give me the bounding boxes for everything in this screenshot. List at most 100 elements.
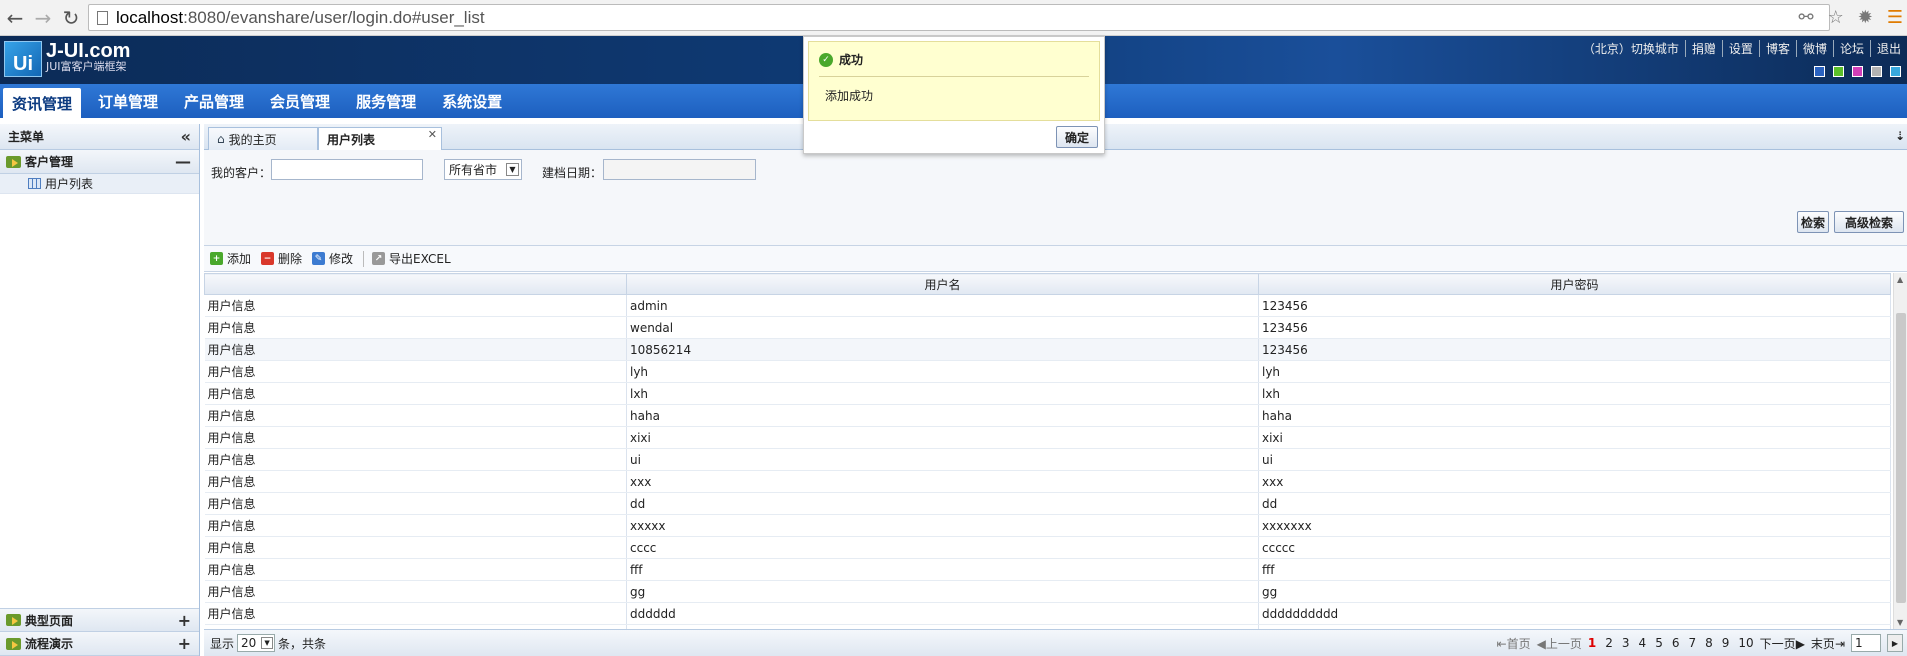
customer-input[interactable] bbox=[271, 159, 423, 180]
menu-system[interactable]: 系统设置 bbox=[433, 84, 511, 118]
delete-button[interactable]: − 删除 bbox=[261, 250, 302, 267]
collapse-sidebar-icon[interactable]: « bbox=[181, 127, 191, 146]
column-header-info[interactable] bbox=[204, 273, 627, 295]
last-page-icon: ⇥ bbox=[1834, 636, 1845, 651]
table-row[interactable]: 用户信息 dddddd dddddddddd bbox=[204, 602, 1891, 625]
folder-icon bbox=[6, 614, 21, 626]
table-row[interactable]: 用户信息 xxxxx xxxxxxx bbox=[204, 514, 1891, 537]
scroll-down-icon[interactable]: ▼ bbox=[1897, 618, 1903, 627]
sidebar-item-user-list[interactable]: 用户列表 bbox=[0, 174, 199, 194]
next-page-link[interactable]: 下一页▶ bbox=[1760, 635, 1805, 652]
export-icon: ↗ bbox=[372, 252, 386, 265]
user-table-wrap: 用户名 用户密码 用户信息 admin 123456 用户信息 wendal 123456… bbox=[204, 273, 1907, 629]
table-row[interactable]: 用户信息 wendal 123456 bbox=[204, 316, 1891, 339]
page-link-4[interactable]: 4 bbox=[1639, 636, 1647, 650]
city-select[interactable]: 所有省市 ▼ bbox=[444, 159, 522, 180]
back-icon[interactable]: ← bbox=[2, 5, 28, 31]
theme-blue[interactable] bbox=[1814, 66, 1825, 77]
url-bar[interactable]: localhost:8080/evanshare/user/login.do#u… bbox=[88, 4, 1830, 31]
accordion-typical[interactable]: 典型页面 + bbox=[0, 608, 199, 632]
menu-services[interactable]: 服务管理 bbox=[347, 84, 425, 118]
page-go-button[interactable]: ▶ bbox=[1887, 634, 1903, 652]
top-link-donate[interactable]: 捐赠 bbox=[1684, 40, 1722, 57]
success-alert: ✓ 成功 添加成功 确定 bbox=[803, 36, 1105, 154]
top-link-settings[interactable]: 设置 bbox=[1721, 40, 1759, 57]
top-link-weibo[interactable]: 微博 bbox=[1795, 40, 1833, 57]
prev-page-link[interactable]: ◀上一页 bbox=[1537, 635, 1582, 652]
menu-members[interactable]: 会员管理 bbox=[261, 84, 339, 118]
add-label: 添加 bbox=[227, 252, 252, 266]
close-icon[interactable]: ✕ bbox=[428, 128, 437, 141]
page-link-8[interactable]: 8 bbox=[1705, 636, 1713, 650]
top-link-city[interactable]: （北京）切换城市 bbox=[1577, 40, 1685, 57]
table-row[interactable]: 用户信息 lxh lxh bbox=[204, 382, 1891, 405]
content-panel: ⌂ 我的主页 用户列表 ✕ ⇣ 我的客户： 所有省市 ▼ 建档日期： 检索 高级… bbox=[204, 124, 1907, 656]
page-link-9[interactable]: 9 bbox=[1722, 636, 1730, 650]
search-button[interactable]: 检索 bbox=[1797, 211, 1829, 233]
top-link-forum[interactable]: 论坛 bbox=[1832, 40, 1870, 57]
table-row[interactable]: 用户信息 cccc ccccc bbox=[204, 536, 1891, 559]
page-link-10[interactable]: 10 bbox=[1738, 636, 1753, 650]
cell-info: 用户信息 bbox=[204, 382, 627, 405]
page-links: ⇤首页 ◀上一页 1 2 3 4 5 6 7 8 9 10 下一页▶ 末页⇥ 1 ▶ bbox=[1497, 634, 1903, 652]
table-row[interactable]: 用户信息 dd dd bbox=[204, 492, 1891, 515]
edit-button[interactable]: ✎ 修改 bbox=[312, 250, 353, 267]
last-page-link[interactable]: 末页⇥ bbox=[1811, 635, 1845, 652]
page-link-1[interactable]: 1 bbox=[1588, 636, 1596, 650]
tab-home[interactable]: ⌂ 我的主页 bbox=[208, 127, 318, 150]
tab-user-list[interactable]: 用户列表 ✕ bbox=[318, 127, 442, 151]
alert-confirm-button[interactable]: 确定 bbox=[1056, 126, 1098, 148]
table-row[interactable]: 用户信息 gg gg bbox=[204, 580, 1891, 603]
page-jump-input[interactable]: 1 bbox=[1851, 634, 1881, 652]
table-row[interactable]: 用户信息 xixi xixi bbox=[204, 426, 1891, 449]
check-icon: ✓ bbox=[819, 52, 833, 67]
menu-icon[interactable]: ☰ bbox=[1887, 7, 1903, 28]
alert-divider bbox=[819, 76, 1089, 77]
cell-password: haha bbox=[1258, 404, 1891, 427]
star-icon[interactable]: ☆ bbox=[1828, 7, 1844, 28]
theme-azure[interactable] bbox=[1890, 66, 1901, 77]
first-page-link[interactable]: ⇤首页 bbox=[1497, 635, 1531, 652]
column-header-password[interactable]: 用户密码 bbox=[1258, 273, 1891, 295]
theme-green[interactable] bbox=[1833, 66, 1844, 77]
plus-icon: + bbox=[177, 611, 191, 630]
theme-purple[interactable] bbox=[1852, 66, 1863, 77]
table-row[interactable]: 用户信息 fff fff bbox=[204, 558, 1891, 581]
top-link-blog[interactable]: 博客 bbox=[1758, 40, 1796, 57]
scroll-up-icon[interactable]: ▲ bbox=[1897, 275, 1903, 284]
logo[interactable]: Ui J-UI.com JUI富客户端框架 bbox=[4, 41, 130, 77]
page-link-6[interactable]: 6 bbox=[1672, 636, 1680, 650]
table-row[interactable]: 用户信息 lyh lyh bbox=[204, 360, 1891, 383]
key-icon[interactable]: ⚯ bbox=[1799, 7, 1814, 28]
accordion-customer[interactable]: 客户管理 — bbox=[0, 150, 199, 174]
accordion-flow[interactable]: 流程演示 + bbox=[0, 632, 199, 656]
page-link-7[interactable]: 7 bbox=[1688, 636, 1696, 650]
reload-icon[interactable]: ↻ bbox=[58, 5, 84, 31]
forward-icon[interactable]: → bbox=[30, 5, 56, 31]
table-scrollbar[interactable]: ▲ ▼ bbox=[1893, 273, 1907, 629]
page-link-5[interactable]: 5 bbox=[1655, 636, 1663, 650]
table-row[interactable]: 用户信息 ui ui bbox=[204, 448, 1891, 471]
prev-page-icon: ◀ bbox=[1536, 636, 1546, 651]
export-excel-button[interactable]: ↗ 导出EXCEL bbox=[372, 250, 451, 267]
cell-username: xxx bbox=[626, 470, 1259, 493]
theme-silver[interactable] bbox=[1871, 66, 1882, 77]
table-row[interactable]: 用户信息 10856214 123456 bbox=[204, 338, 1891, 361]
extension-icon[interactable]: ✹ bbox=[1858, 7, 1873, 28]
table-row[interactable]: 用户信息 admin 123456 bbox=[204, 294, 1891, 317]
page-link-2[interactable]: 2 bbox=[1605, 636, 1613, 650]
menu-orders[interactable]: 订单管理 bbox=[89, 84, 167, 118]
date-input[interactable] bbox=[603, 159, 756, 180]
scroll-thumb[interactable] bbox=[1896, 313, 1906, 603]
table-row[interactable]: 用户信息 xxx xxx bbox=[204, 470, 1891, 493]
tab-list-icon[interactable]: ⇣ bbox=[1895, 129, 1905, 143]
column-header-username[interactable]: 用户名 bbox=[626, 273, 1259, 295]
menu-news[interactable]: 资讯管理 bbox=[3, 88, 82, 118]
top-link-logout[interactable]: 退出 bbox=[1869, 40, 1907, 57]
advanced-search-button[interactable]: 高级检索 bbox=[1834, 211, 1904, 233]
page-link-3[interactable]: 3 bbox=[1622, 636, 1630, 650]
table-row[interactable]: 用户信息 haha haha bbox=[204, 404, 1891, 427]
menu-products[interactable]: 产品管理 bbox=[175, 84, 253, 118]
add-button[interactable]: + 添加 bbox=[210, 250, 251, 267]
page-size-select[interactable]: 20 ▼ bbox=[237, 634, 276, 652]
